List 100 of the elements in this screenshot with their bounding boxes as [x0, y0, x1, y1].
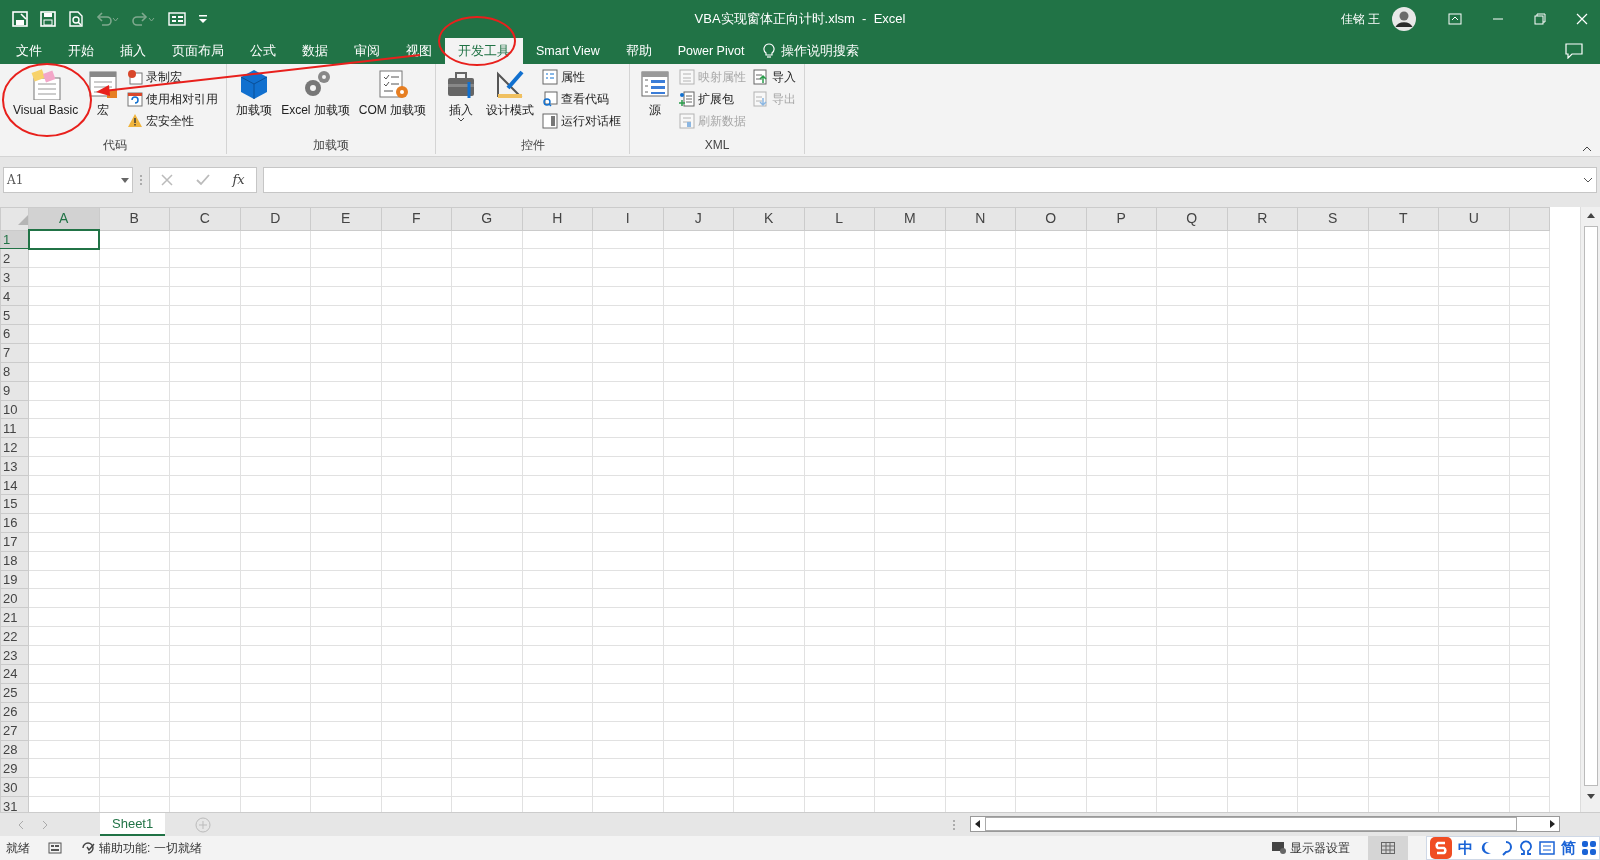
ribbon-button[interactable]: 属性 — [540, 66, 624, 88]
ribbon-tab[interactable]: 数据 — [289, 38, 341, 64]
cell-reference: A1 — [7, 172, 24, 189]
column-header[interactable]: T — [1368, 207, 1439, 230]
ribbon-tab[interactable]: 帮助 — [612, 38, 665, 64]
restore-icon[interactable] — [1534, 13, 1546, 25]
column-header[interactable]: H — [522, 207, 593, 230]
ime-toolbar[interactable]: 中 简 — [1426, 836, 1600, 860]
ribbon-tab[interactable]: Smart View — [523, 38, 613, 64]
relative-reference-icon — [127, 91, 144, 107]
view-code-icon — [542, 91, 559, 107]
active-cell[interactable] — [28, 230, 99, 249]
column-header[interactable]: Q — [1156, 207, 1227, 230]
tell-me-search[interactable]: 操作说明搜索 — [781, 41, 860, 61]
column-header[interactable]: D — [240, 207, 311, 230]
expand-caret-icon[interactable] — [1583, 177, 1593, 183]
ime-mode[interactable]: 中 — [1458, 836, 1473, 860]
column-header[interactable]: R — [1227, 207, 1298, 230]
column-header[interactable]: B — [99, 207, 170, 230]
insert-function-button[interactable]: fx — [232, 170, 245, 190]
ribbon-button[interactable]: 源 — [636, 66, 675, 119]
ime-logo-icon[interactable] — [1430, 837, 1452, 859]
column-header[interactable]: P — [1086, 207, 1157, 230]
sheet-tab[interactable]: Sheet1 — [100, 813, 166, 836]
column-header[interactable]: M — [874, 207, 945, 230]
column-header[interactable]: G — [451, 207, 522, 230]
collapse-ribbon-icon[interactable] — [1582, 146, 1592, 152]
comment-icon[interactable] — [1565, 43, 1583, 59]
formula-field[interactable] — [263, 167, 1597, 193]
dropdown-caret-icon — [457, 117, 466, 123]
ribbon-tab[interactable]: 公式 — [237, 38, 289, 64]
ribbon-button[interactable]: 插入 — [442, 66, 481, 125]
column-header[interactable]: J — [663, 207, 734, 230]
ribbon-tab[interactable]: 审阅 — [341, 38, 393, 64]
ribbon-tab[interactable]: 文件 — [3, 38, 55, 64]
avatar-icon[interactable] — [1392, 7, 1416, 31]
column-header[interactable]: U — [1438, 207, 1509, 230]
import-icon — [753, 69, 770, 85]
ribbon-tab[interactable]: 插入 — [107, 38, 159, 64]
column-header[interactable]: L — [804, 207, 875, 230]
column-header[interactable]: K — [733, 207, 804, 230]
ribbon-button[interactable]: 导入 — [751, 66, 799, 88]
dialog-icon — [542, 113, 559, 129]
xml-panel-icon — [639, 68, 672, 100]
dropdown-caret-icon[interactable] — [121, 177, 129, 183]
macro-recording-icon[interactable] — [48, 842, 62, 854]
lightbulb-icon — [763, 43, 776, 59]
warning-icon — [127, 113, 144, 129]
ribbon-tab[interactable]: 页面布局 — [159, 38, 237, 64]
group-label: 代码 — [102, 137, 129, 154]
ime-script[interactable]: 简 — [1561, 836, 1576, 860]
ribbon-button[interactable]: 运行对话框 — [540, 110, 624, 132]
autosave-icon[interactable] — [12, 11, 28, 27]
ribbon-button[interactable]: 扩展包 — [677, 88, 749, 110]
column-header[interactable]: O — [1015, 207, 1086, 230]
apps-grid-icon[interactable] — [1582, 841, 1596, 855]
accessibility-status[interactable]: 辅助功能: 一切就绪 — [99, 839, 202, 857]
ribbon-display-icon[interactable] — [1448, 13, 1462, 25]
ribbon-button[interactable]: 宏安全性 — [125, 110, 221, 132]
user-name: 佳铭 王 — [1340, 11, 1380, 28]
save-icon[interactable] — [40, 11, 56, 27]
name-box[interactable]: A1 — [3, 167, 133, 193]
keyboard-icon[interactable] — [1539, 841, 1555, 855]
expansion-pack-icon — [679, 91, 696, 107]
column-header[interactable]: N — [945, 207, 1016, 230]
column-header[interactable]: I — [592, 207, 663, 230]
monitor-gear-icon[interactable] — [1271, 841, 1287, 855]
ribbon-button[interactable]: Visual Basic — [10, 66, 82, 119]
customize-caret-icon[interactable] — [198, 14, 208, 24]
ribbon-tab[interactable]: 开始 — [55, 38, 107, 64]
ribbon-button[interactable]: 录制宏 — [125, 66, 221, 88]
accessibility-check-icon[interactable] — [80, 841, 96, 855]
code-window-icon — [29, 68, 62, 100]
map-properties-icon — [679, 69, 696, 85]
ribbon-button[interactable]: COM 加载项 — [355, 66, 430, 119]
normal-view-icon[interactable] — [1381, 842, 1395, 854]
print-preview-icon[interactable] — [68, 11, 84, 27]
ribbon-button[interactable]: 加载项 — [233, 66, 276, 119]
display-settings-button[interactable]: 显示器设置 — [1290, 839, 1350, 857]
close-icon[interactable] — [1576, 13, 1588, 25]
ribbon-button[interactable]: Excel 加载项 — [278, 66, 353, 119]
column-header[interactable]: C — [169, 207, 240, 230]
properties-icon — [542, 69, 559, 85]
column-header[interactable]: F — [381, 207, 452, 230]
refresh-data-icon — [679, 113, 696, 129]
form-icon[interactable] — [168, 12, 186, 26]
moon-icon[interactable] — [1479, 840, 1493, 856]
ribbon-tab[interactable]: Power Pivot — [664, 38, 758, 64]
column-header[interactable]: E — [310, 207, 381, 230]
ribbon-button[interactable]: 使用相对引用 — [125, 88, 221, 110]
group-label: 控件 — [519, 137, 546, 154]
group-label: 加载项 — [312, 137, 351, 154]
scroll-thumb[interactable] — [985, 817, 1517, 831]
omega-icon[interactable] — [1519, 840, 1533, 856]
group-label: XML — [703, 137, 731, 154]
checklist-gear-icon — [376, 68, 409, 100]
ribbon-button[interactable]: 设计模式 — [483, 66, 538, 119]
ribbon-button[interactable]: 查看代码 — [540, 88, 624, 110]
scroll-thumb[interactable] — [1583, 226, 1598, 786]
column-header[interactable]: S — [1297, 207, 1368, 230]
